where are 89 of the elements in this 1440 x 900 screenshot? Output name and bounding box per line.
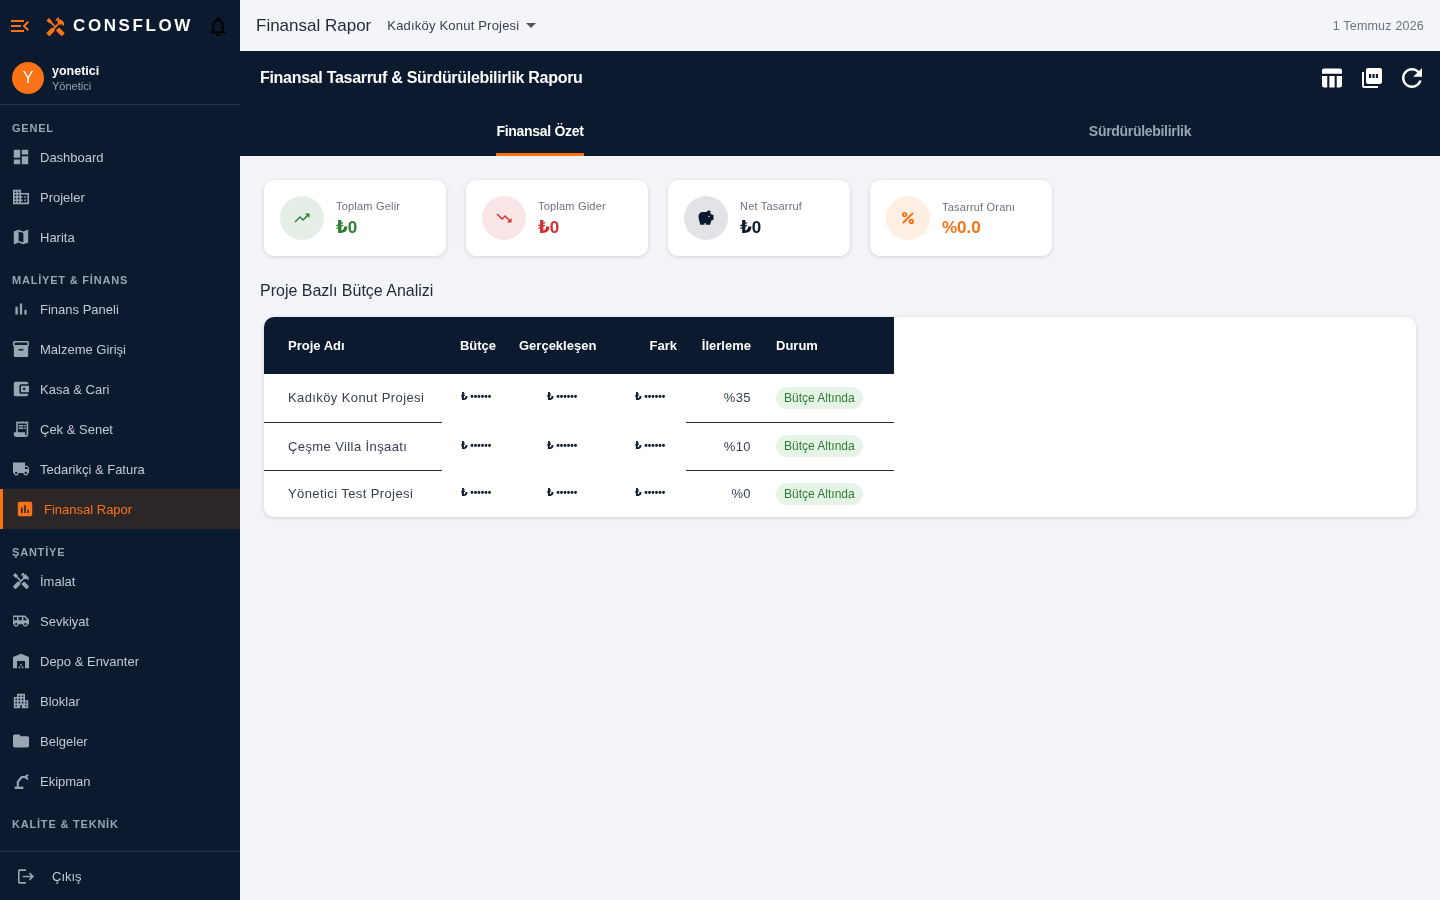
column-header: Proje Adı: [264, 317, 442, 374]
table-cell: ₺ ••••••: [614, 374, 686, 422]
table-cell: Çeşme Villa İnşaatı: [264, 422, 442, 470]
warehouse-icon: [13, 653, 29, 669]
column-header: Bütçe: [442, 317, 510, 374]
column-header: Gerçekleşen: [510, 317, 614, 374]
card-value: ₺0: [538, 217, 561, 238]
trend-up-icon: [280, 196, 324, 240]
table-cell: ₺ ••••••: [442, 470, 510, 517]
sidebar-item[interactable]: Sevkiyat: [0, 601, 240, 641]
table-icon[interactable]: [1322, 68, 1342, 88]
receipt-icon: [13, 421, 29, 437]
bar-chart-icon: [13, 301, 29, 317]
robot-arm-icon: [13, 773, 29, 789]
sidebar-item[interactable]: Depo & Envanter: [0, 641, 240, 681]
trend-down-icon: [482, 196, 526, 240]
sidebar-item[interactable]: Dashboard: [0, 137, 240, 177]
status-badge: Bütçe Altında: [776, 482, 863, 505]
refresh-icon[interactable]: [1402, 68, 1422, 88]
folder-icon: [13, 733, 29, 749]
van-icon: [13, 613, 29, 629]
status-badge: Bütçe Altında: [776, 435, 863, 457]
sidebar-item[interactable]: Ekipman: [0, 761, 240, 801]
project-dropdown[interactable]: Kadıköy Konut Projesi: [387, 16, 537, 35]
caret-icon: [526, 23, 537, 28]
nav-section-label: GENEL: [11, 121, 55, 136]
table-cell: %35: [686, 374, 762, 422]
tools-icon: [13, 573, 29, 589]
column-header: Durum: [762, 317, 894, 374]
card-value: ₺0: [336, 217, 359, 238]
wallet-icon: [13, 381, 29, 397]
column-header: İlerleme: [686, 317, 762, 374]
date-text: 1 Temmuz 2026: [1332, 18, 1424, 33]
card-label: Net Tasarruf: [740, 200, 803, 212]
table-cell: ₺ ••••••: [510, 374, 614, 422]
card-label: Toplam Gider: [538, 200, 606, 212]
percent-icon: [886, 196, 930, 240]
sidebar-item[interactable]: Harita: [0, 217, 240, 257]
nav-section-label: MALİYET & FİNANS: [11, 273, 130, 288]
table-cell: Kadıköy Konut Projesi: [264, 374, 442, 422]
sidebar-item[interactable]: Tedarikçi & Fatura: [0, 449, 240, 489]
brand-name: CONSFLOW: [73, 16, 193, 36]
section-title: Proje Bazlı Bütçe Analizi: [260, 281, 435, 301]
tools-icon: [46, 16, 65, 36]
card-value: ₺0: [740, 217, 763, 238]
card-value: %0.0: [942, 217, 982, 238]
tab[interactable]: Sürdürülebilirlik: [1088, 105, 1192, 156]
sidebar-item[interactable]: Finansal Rapor: [0, 489, 240, 529]
buildings-icon: [13, 693, 29, 709]
archive-box-icon: [13, 341, 29, 357]
table-cell: %10: [686, 422, 762, 470]
nav-section-label: ŞANTİYE: [11, 545, 67, 560]
user-role: Yönetici: [52, 80, 93, 92]
map-icon: [13, 229, 29, 245]
truck-icon: [13, 461, 29, 477]
table-cell: ₺ ••••••: [442, 422, 510, 470]
table-cell: ₺ ••••••: [442, 374, 510, 422]
sidebar-item[interactable]: Belgeler: [0, 721, 240, 761]
piggy-bank-icon: [684, 196, 728, 240]
user-name: yonetici: [52, 64, 100, 78]
grid-icon: [13, 149, 29, 165]
sidebar-item[interactable]: Malzeme Girişi: [0, 329, 240, 369]
table-cell: ₺ ••••••: [614, 422, 686, 470]
tab[interactable]: Finansal Özet: [496, 105, 584, 156]
card-label: Tasarruf Oranı: [942, 200, 1016, 213]
table-cell: ₺ ••••••: [614, 470, 686, 517]
sidebar-item[interactable]: Projeler: [0, 177, 240, 217]
table-cell: ₺ ••••••: [510, 422, 614, 470]
logout-icon: [18, 868, 34, 884]
sidebar-item[interactable]: İmalat: [0, 561, 240, 601]
chart-icon: [17, 501, 33, 517]
menu-collapse-icon[interactable]: [10, 19, 30, 33]
column-header: Fark: [614, 317, 686, 374]
nav-section-label: KALİTE & TEKNİK: [11, 817, 120, 832]
page-title: Finansal Rapor: [256, 15, 372, 36]
sidebar-item[interactable]: Finans Paneli: [0, 289, 240, 329]
table-cell: Yönetici Test Projesi: [264, 470, 442, 517]
sidebar-item[interactable]: Çek & Senet: [0, 409, 240, 449]
card-label: Toplam Gelir: [336, 200, 401, 212]
building-icon: [13, 189, 29, 205]
status-badge: Bütçe Altında: [776, 386, 863, 409]
logout-button[interactable]: Çıkış: [14, 864, 86, 888]
user-avatar: Y: [12, 62, 44, 94]
table-cell-text: ₺ ••••••: [545, 486, 579, 501]
document-stack-icon[interactable]: [1362, 68, 1382, 88]
sidebar-item[interactable]: Kasa & Cari: [0, 369, 240, 409]
table-cell: %0: [686, 470, 762, 517]
report-title: Finansal Tasarruf & Sürdürülebilirlik Raporu: [260, 69, 583, 87]
sidebar-item[interactable]: Bloklar: [0, 681, 240, 721]
